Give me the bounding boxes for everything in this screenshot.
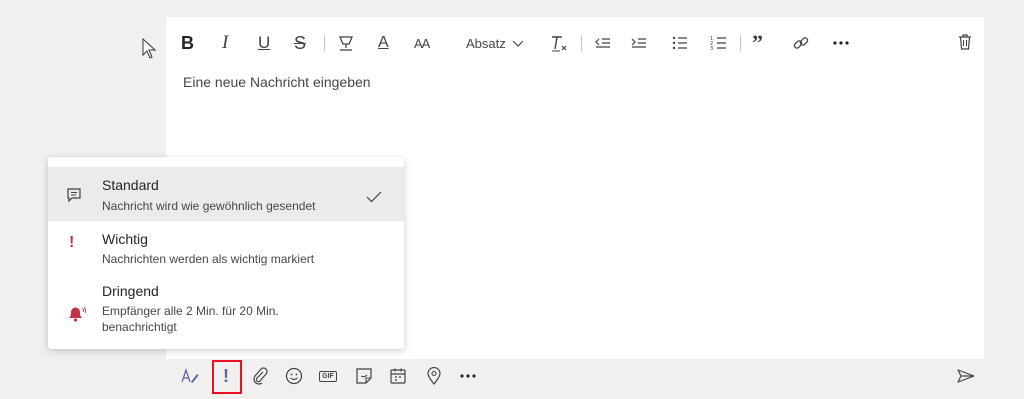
menu-item-standard[interactable]: Standard Nachricht wird wie gewöhnlich g…: [48, 167, 404, 221]
menu-item-urgent[interactable]: Dringend Empfänger alle 2 Min. für 20 Mi…: [48, 273, 404, 343]
svg-text:3: 3: [710, 46, 713, 51]
quote-button[interactable]: ”: [752, 30, 763, 55]
sticker-icon: [356, 368, 372, 384]
font-size-button[interactable]: AA: [414, 31, 430, 55]
calendar-icon: [390, 368, 406, 384]
clear-format-icon: [552, 36, 567, 52]
more-options-button[interactable]: [830, 31, 852, 55]
emoji-button[interactable]: [284, 366, 304, 386]
font-color-button[interactable]: A: [378, 31, 389, 55]
toolbar-divider: [581, 35, 582, 51]
send-icon: [957, 369, 975, 383]
menu-item-important[interactable]: ! Wichtig Nachrichten werden als wichtig…: [48, 221, 404, 273]
mouse-cursor-icon: [142, 38, 157, 59]
location-pin-icon: [427, 367, 441, 385]
paragraph-dropdown[interactable]: Absatz: [466, 31, 525, 55]
menu-item-subtitle: Empfänger alle 2 Min. für 20 Min. benach…: [102, 304, 279, 334]
strikethrough-button[interactable]: S: [294, 31, 306, 55]
format-text-icon: [181, 367, 199, 383]
more-apps-button[interactable]: [458, 366, 478, 386]
message-input[interactable]: Eine neue Nachricht eingeben: [183, 74, 371, 90]
link-icon: [793, 37, 809, 49]
decrease-indent-button[interactable]: [592, 31, 614, 55]
selection-highlight-box: [212, 360, 242, 394]
discard-button[interactable]: [958, 33, 972, 56]
numbered-list-button[interactable]: 123: [708, 31, 730, 55]
increase-indent-button[interactable]: [628, 31, 650, 55]
compose-actions-bar: ! GIF: [166, 359, 984, 393]
italic-button[interactable]: I: [222, 31, 228, 55]
menu-item-title: Dringend: [102, 283, 159, 299]
message-icon: [67, 188, 81, 203]
more-horizontal-icon: [833, 41, 849, 45]
bullet-list-icon: [672, 36, 687, 50]
clear-formatting-button[interactable]: [548, 31, 570, 55]
bold-button[interactable]: B: [181, 31, 194, 55]
schedule-meeting-button[interactable]: [388, 366, 408, 386]
exclamation-icon: !: [69, 234, 75, 251]
toolbar-divider: [740, 35, 741, 51]
menu-item-title: Standard: [102, 177, 159, 193]
highlighter-icon: [339, 36, 353, 51]
sticker-button[interactable]: [354, 366, 374, 386]
delivery-options-menu: Standard Nachricht wird wie gewöhnlich g…: [48, 157, 404, 349]
paperclip-icon: [253, 367, 268, 385]
more-horizontal-icon: [460, 374, 476, 378]
paragraph-label: Absatz: [466, 35, 506, 51]
location-button[interactable]: [424, 366, 444, 386]
chevron-down-icon: [512, 40, 524, 47]
outdent-icon: [595, 38, 610, 48]
indent-icon: [631, 38, 646, 48]
insert-link-button[interactable]: [790, 31, 812, 55]
send-button[interactable]: [956, 366, 976, 386]
gif-button[interactable]: GIF: [318, 366, 338, 386]
toolbar-divider: [324, 35, 325, 51]
highlight-button[interactable]: [335, 31, 357, 55]
smiley-icon: [285, 367, 303, 385]
checkmark-icon: [366, 191, 382, 203]
bulleted-list-button[interactable]: [669, 31, 691, 55]
menu-item-subtitle: Nachrichten werden als wichtig markiert: [102, 252, 315, 266]
attach-button[interactable]: [250, 366, 270, 386]
bell-ringing-icon: [69, 306, 86, 322]
gif-icon: GIF: [319, 370, 337, 382]
menu-item-subtitle: Nachricht wird wie gewöhnlich gesendet: [102, 199, 316, 213]
numbered-list-icon: 123: [710, 36, 726, 51]
underline-button[interactable]: U: [258, 31, 270, 55]
format-button[interactable]: [180, 366, 200, 386]
menu-item-title: Wichtig: [102, 231, 148, 247]
format-toolbar: B I U S A AA Absatz 123 ”: [166, 17, 984, 69]
trash-icon: [959, 34, 971, 50]
